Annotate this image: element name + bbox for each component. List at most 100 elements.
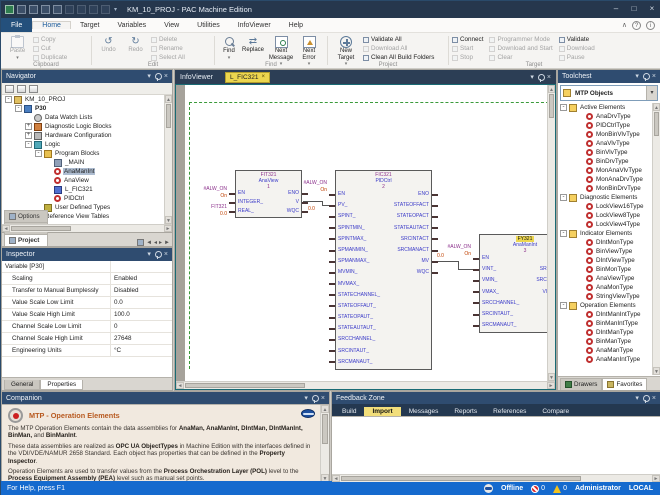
panel-close-icon[interactable]: × (321, 392, 325, 405)
tree-item[interactable]: Data Watch Lists (2, 113, 172, 122)
expander-icon[interactable] (577, 131, 584, 138)
toolchest-item[interactable]: BinDrvType (558, 157, 660, 166)
edit-small-button[interactable]: Rename (151, 44, 185, 53)
block-input-pin[interactable]: INTEGER_ (236, 198, 263, 207)
ribbon-tab[interactable]: Help (280, 22, 312, 29)
toolchest-item[interactable]: - Indicator Elements (558, 229, 660, 238)
scroll-left-icon[interactable]: ◄ (2, 225, 10, 232)
toolchest-item[interactable]: LockView16Type (558, 202, 660, 211)
target-button[interactable]: Validate (559, 35, 595, 44)
ribbon-tab[interactable]: Utilities (188, 22, 229, 29)
panel-menu-icon[interactable]: ▾ (530, 71, 534, 84)
customize-quick-access-arrow[interactable]: ▾ (114, 6, 117, 13)
expander-icon[interactable] (577, 266, 584, 273)
replace-button[interactable]: ⇄ Replace (240, 35, 266, 54)
scroll-down-icon[interactable]: ▼ (165, 216, 172, 224)
scrollbar-thumb[interactable] (166, 104, 171, 128)
target-button[interactable]: Pause (559, 53, 595, 62)
tab-navigator[interactable]: Project (4, 234, 48, 246)
expander-icon[interactable] (45, 168, 52, 175)
scroll-up-icon[interactable]: ▲ (548, 85, 555, 93)
expander-icon[interactable] (577, 338, 584, 345)
expander-icon[interactable] (577, 203, 584, 210)
toolchest-item[interactable]: BinVlvType (558, 148, 660, 157)
expander-icon[interactable]: - (560, 230, 567, 237)
block-input-pin[interactable]: SRCINTAUT_ (336, 346, 380, 357)
feedback-tab[interactable]: References (485, 407, 534, 416)
toolchest-item[interactable]: AnaVlvType (558, 139, 660, 148)
pin-icon[interactable] (538, 73, 543, 82)
expander-icon[interactable] (577, 320, 584, 327)
clipboard-small-button[interactable]: Duplicate (33, 53, 67, 62)
canvas-horizontal-scrollbar[interactable]: ◄ ► (176, 381, 555, 389)
block-output-pin[interactable]: WQC (394, 267, 431, 278)
tab-scroll-next-icon[interactable]: ▸ (159, 239, 162, 246)
file-tab[interactable]: File (1, 18, 32, 32)
block-input-pin[interactable]: SRCINTAUT_ (480, 309, 519, 320)
drawer-select[interactable]: MTP Objects ▾ (560, 85, 658, 101)
scrollbar-thumb[interactable] (322, 414, 328, 444)
expander-icon[interactable]: - (5, 96, 12, 103)
help-globe-icon[interactable] (301, 409, 315, 418)
scrollbar-thumb[interactable] (549, 94, 554, 118)
block-input-pin[interactable]: REAL_ (236, 207, 263, 216)
save-icon[interactable] (17, 5, 26, 14)
toolchest-item[interactable]: MonAnaDrvType (558, 175, 660, 184)
block-output-pin[interactable]: MV (394, 256, 431, 267)
expander-icon[interactable] (577, 149, 584, 156)
toolchest-item[interactable]: DIntMonType (558, 238, 660, 247)
feedback-tab[interactable]: Build (334, 407, 364, 416)
target-button[interactable]: Start (452, 44, 483, 53)
edit-small-button[interactable]: Select All (151, 53, 185, 62)
tree-item[interactable]: AnaView (2, 176, 172, 185)
ribbon-tab[interactable]: Target (71, 22, 108, 29)
expander-icon[interactable] (577, 113, 584, 120)
tab-scroll-last-icon[interactable]: ► (164, 240, 170, 246)
toolchest-item[interactable]: LockView8Type (558, 211, 660, 220)
block-input-pin[interactable]: SRCCHANNEL_ (336, 334, 380, 345)
feedback-tab[interactable]: Import (364, 407, 400, 416)
property-value[interactable]: 0.0 (110, 297, 172, 308)
find-button[interactable]: Find ▾ (218, 35, 240, 61)
block-input-pin[interactable]: EN (236, 189, 263, 198)
scrollbar-thumb[interactable] (185, 383, 305, 388)
pin-icon[interactable] (155, 72, 160, 81)
property-value[interactable]: 0 (110, 321, 172, 332)
feedback-tab[interactable]: Compare (534, 407, 577, 416)
block-input-pin[interactable]: SPINT_ (336, 211, 380, 222)
toolchest-item[interactable]: MonBinVlvType (558, 130, 660, 139)
minimize-button[interactable]: – (607, 1, 625, 18)
operand-alw-on[interactable]: #ALW_ON (187, 186, 227, 192)
property-value[interactable]: °C (110, 345, 172, 356)
expander-icon[interactable] (45, 195, 52, 202)
block-input-pin[interactable]: VINT_ (480, 264, 519, 275)
info-icon[interactable]: i (646, 21, 655, 30)
companion-vertical-scrollbar[interactable]: ▲ ▼ (320, 405, 329, 482)
expander-icon[interactable] (45, 177, 52, 184)
block-output-pin[interactable]: STATEOPACT (394, 211, 431, 222)
block-input-pin[interactable]: VMIN_ (480, 275, 519, 286)
collapse-ribbon-icon[interactable]: ∧ (622, 21, 627, 29)
tab-navigator[interactable]: Options (4, 210, 48, 222)
expander-icon[interactable]: - (560, 104, 567, 111)
redo-icon[interactable] (77, 5, 86, 14)
target-button[interactable]: Connect (452, 35, 483, 44)
expander-icon[interactable]: - (25, 141, 32, 148)
ribbon-tab[interactable]: View (155, 22, 188, 29)
tree-item[interactable]: PIDCtrl (2, 194, 172, 203)
toolchest-item[interactable]: MonBinDrvType (558, 184, 660, 193)
expander-icon[interactable] (577, 257, 584, 264)
inspector-tab[interactable]: General (4, 380, 40, 390)
property-row[interactable]: Value Scale Low Limit 0.0 (2, 297, 172, 309)
fbd-block-pidctrl[interactable]: FIC321 PIDCtrl 2 EN PV_ SPINT_ SPINTMIN_… (335, 170, 432, 370)
ribbon-tab[interactable]: InfoViewer (229, 22, 280, 29)
expander-icon[interactable]: - (15, 105, 22, 112)
block-output-pin[interactable]: ENO (287, 189, 301, 198)
maximize-button[interactable]: □ (625, 1, 643, 18)
scroll-up-icon[interactable]: ▲ (165, 95, 172, 103)
property-row[interactable]: Scaling Enabled (2, 273, 172, 285)
download-icon[interactable] (101, 5, 110, 14)
block-input-pin[interactable]: SRCMANAUT_ (336, 357, 380, 368)
expander-icon[interactable] (577, 140, 584, 147)
block-output-pin[interactable]: WQC (287, 207, 301, 216)
